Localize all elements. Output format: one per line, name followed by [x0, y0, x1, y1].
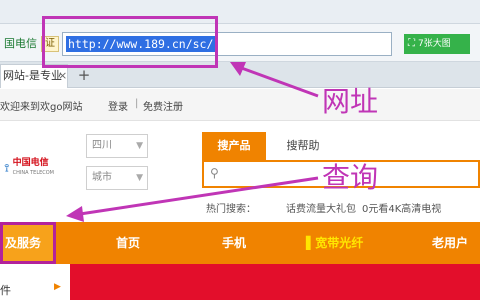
- highlight-dot-icon: ▌: [306, 236, 316, 250]
- nav-existing-users[interactable]: 老用户: [432, 222, 468, 264]
- logo-chinese-text: 中国电信: [12, 158, 49, 168]
- annotation-url-label: 网址: [322, 85, 379, 118]
- login-separator: |: [135, 98, 139, 109]
- image-capture-label: 7张大图: [418, 39, 451, 49]
- chevron-down-icon: ▼: [136, 141, 143, 151]
- province-select[interactable]: 四川 ▼: [86, 134, 148, 158]
- site-identity[interactable]: 国电信 证: [0, 32, 63, 56]
- tab-search-products[interactable]: 搜产品: [202, 132, 266, 160]
- hot-search-link[interactable]: 0元看4K高清电视: [362, 200, 441, 215]
- login-link[interactable]: 登录: [108, 98, 128, 113]
- chevron-down-icon: ▼: [136, 173, 143, 183]
- url-input-empty[interactable]: [215, 33, 388, 55]
- side-menu-arrow-icon: ▶: [54, 282, 61, 292]
- site-identity-label: 国电信: [4, 37, 37, 50]
- nav-broadband-label: 宽带光纤: [315, 236, 364, 250]
- welcome-text: 欢迎来到欢go网站: [0, 102, 83, 113]
- china-telecom-logo[interactable]: 中国电信 CHINA TELECOM: [4, 148, 54, 188]
- tab-strip: [0, 62, 480, 88]
- city-select[interactable]: 城市 ▼: [86, 166, 148, 190]
- url-text[interactable]: http://www.189.cn/sc/: [66, 36, 216, 52]
- search-icon: ⚲: [210, 166, 219, 180]
- nav-broadband[interactable]: ▌宽带光纤: [306, 222, 363, 264]
- annotation-query-label: 查询: [322, 161, 379, 194]
- certificate-badge[interactable]: 证: [41, 36, 59, 52]
- new-tab-button[interactable]: +: [74, 66, 94, 86]
- nav-all-products[interactable]: 及服务: [0, 222, 56, 264]
- nav-mobile[interactable]: 手机: [222, 222, 246, 264]
- image-capture-button[interactable]: ⛶ 7张大图: [404, 34, 470, 54]
- side-menu-item[interactable]: 件: [0, 282, 11, 298]
- camera-icon: ⛶: [408, 38, 415, 49]
- hot-search-link[interactable]: 话费流量大礼包: [286, 200, 356, 215]
- logo-english-text: CHINA TELECOM: [12, 170, 54, 176]
- telecom-logo-icon: [4, 164, 10, 172]
- city-select-value: 城市: [92, 172, 112, 183]
- promo-banner[interactable]: [70, 264, 480, 300]
- url-input[interactable]: http://www.189.cn/sc/: [62, 32, 392, 56]
- tab-title: 网站-是专业: [3, 69, 62, 82]
- register-link[interactable]: 免费注册: [143, 98, 183, 113]
- nav-home[interactable]: 首页: [116, 222, 140, 264]
- hot-search-label: 热门搜索：: [206, 204, 256, 215]
- province-select-value: 四川: [92, 140, 112, 151]
- browser-top-strip: [0, 0, 480, 24]
- tab-close-icon[interactable]: ×: [58, 69, 67, 83]
